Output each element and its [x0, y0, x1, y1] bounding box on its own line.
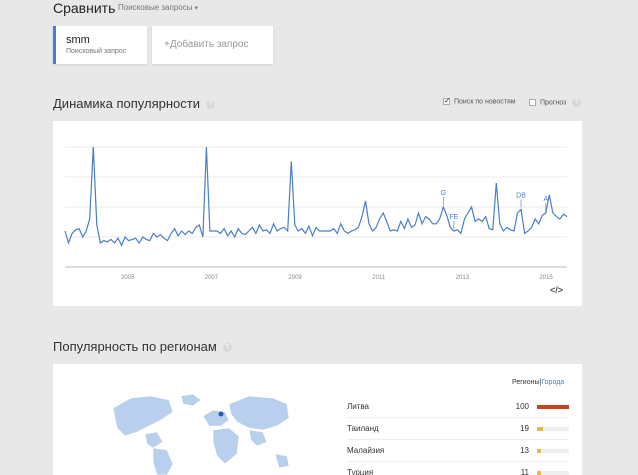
- news-checkbox[interactable]: [443, 96, 451, 105]
- map-marker[interactable]: [218, 411, 224, 417]
- news-search-option[interactable]: Поиск по новостям: [443, 96, 516, 106]
- regions-card: [53, 364, 582, 475]
- cities-link[interactable]: Города: [541, 379, 564, 386]
- news-annotation: G: [441, 190, 446, 197]
- x-tick-label: 2009: [288, 275, 302, 281]
- embed-code-icon[interactable]: </>: [550, 285, 563, 295]
- compare-dropdown-label: Поисковые запросы: [118, 3, 193, 12]
- help-icon[interactable]: ?: [222, 343, 232, 353]
- caret-down-icon: ▾: [194, 5, 198, 12]
- interest-series-line: [64, 146, 568, 247]
- region-bar-fill: [537, 449, 542, 453]
- term-name: smm: [66, 34, 90, 46]
- x-tick-label: 2011: [372, 275, 386, 281]
- news-label: Поиск по новостям: [454, 98, 516, 106]
- top-bar: Сравнить Поисковые запросы ▾: [0, 0, 638, 20]
- row-divider: [347, 461, 569, 462]
- x-tick-label: 2013: [456, 275, 470, 281]
- regions-section-title: Популярность по регионам?: [53, 339, 232, 354]
- region-value: 19: [520, 424, 529, 433]
- compare-dropdown[interactable]: Поисковые запросы ▾: [118, 3, 198, 12]
- interest-section-title: Динамика популярности?: [53, 96, 215, 111]
- add-term-label: +Добавить запрос: [164, 39, 249, 50]
- region-value: 11: [520, 468, 529, 475]
- region-value: 100: [515, 402, 529, 411]
- compare-title: Сравнить: [53, 0, 116, 16]
- region-value: 13: [520, 446, 529, 455]
- x-tick-label: 2007: [205, 275, 219, 281]
- forecast-checkbox[interactable]: [529, 99, 536, 106]
- term-type: Поисковый запрос: [66, 48, 127, 55]
- region-name: Малайзия: [347, 446, 385, 455]
- add-term-button[interactable]: +Добавить запрос: [152, 26, 273, 64]
- interest-title: Динамика популярности: [53, 96, 200, 111]
- region-links: Регионы|Города: [512, 379, 564, 386]
- x-tick-label: 2005: [121, 275, 135, 281]
- help-icon[interactable]: ?: [572, 98, 582, 107]
- region-bar-track: [537, 427, 569, 431]
- news-annotation: FE: [449, 214, 458, 221]
- region-bar-track: [537, 449, 569, 453]
- region-bar-fill: [537, 427, 544, 431]
- region-bar-track: [537, 471, 569, 475]
- region-row[interactable]: Малайзия 13: [347, 446, 569, 458]
- row-divider: [347, 417, 569, 418]
- region-bar-fill: [537, 405, 569, 409]
- region-row[interactable]: Турция 11: [347, 468, 569, 475]
- region-row[interactable]: Таиланд 19: [347, 424, 569, 436]
- x-tick-label: 2015: [539, 275, 553, 281]
- news-annotation: DB: [516, 192, 526, 199]
- region-bar-fill: [537, 471, 541, 475]
- forecast-label: Прогноз: [540, 99, 567, 107]
- world-map[interactable]: [53, 364, 293, 475]
- help-icon[interactable]: ?: [206, 100, 215, 110]
- region-name: Литва: [347, 402, 369, 411]
- forecast-option[interactable]: Прогноз?: [529, 98, 582, 107]
- row-divider: [347, 439, 569, 440]
- region-row[interactable]: Литва 100: [347, 402, 569, 414]
- term-card-smm[interactable]: smm Поисковый запрос: [53, 26, 147, 64]
- interest-chart-card: 2005 2007 2009 2011 2013 2015 G FE DB A: [53, 121, 582, 306]
- regions-title: Популярность по регионам: [53, 339, 217, 354]
- regions-link[interactable]: Регионы: [512, 379, 540, 386]
- region-bar-track: [537, 405, 569, 409]
- interest-chart: 2005 2007 2009 2011 2013 2015 G FE DB A: [64, 146, 568, 281]
- news-annotation: A: [543, 196, 548, 203]
- region-name: Турция: [347, 468, 374, 475]
- region-name: Таиланд: [347, 424, 379, 433]
